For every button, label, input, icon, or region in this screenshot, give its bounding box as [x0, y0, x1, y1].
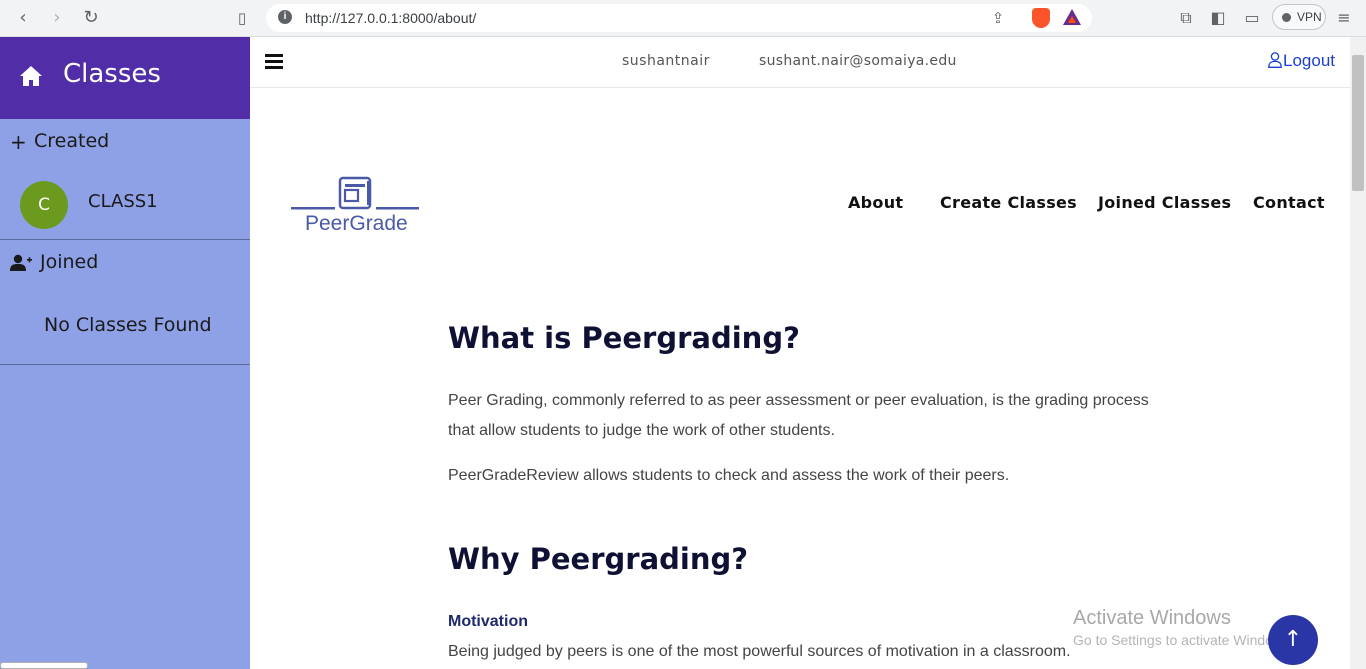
- site-info-icon[interactable]: i: [278, 10, 292, 24]
- topbar: sushantnair sushant.nair@somaiya.edu Log…: [250, 37, 1350, 88]
- sidebar-divider: [0, 239, 250, 240]
- sidebar: Classes + Created C CLASS1 Joined No Cla…: [0, 37, 250, 669]
- activate-windows-subtitle: Go to Settings to activate Windows.: [1073, 632, 1294, 648]
- page-scrollbar[interactable]: [1350, 37, 1366, 669]
- sidebar-icon[interactable]: ◧: [1207, 7, 1229, 29]
- back-to-top-button[interactable]: ↑: [1268, 615, 1318, 665]
- arrow-up-icon: ↑: [1283, 627, 1303, 652]
- sidebar-header[interactable]: Classes: [0, 37, 250, 119]
- brave-rewards-icon[interactable]: [1063, 9, 1081, 25]
- activate-windows-title: Activate Windows: [1073, 607, 1231, 629]
- wallet-icon[interactable]: ▭: [1241, 7, 1263, 29]
- logout-label: Logout: [1283, 51, 1335, 70]
- joined-section-label: Joined: [40, 251, 99, 273]
- vpn-label: VPN: [1297, 10, 1322, 24]
- paragraph-line: Peer Grading, commonly referred to as pe…: [448, 392, 1149, 409]
- scrollbar-thumb[interactable]: [1352, 55, 1364, 191]
- paragraph-line: that allow students to judge the work of…: [448, 422, 835, 439]
- back-icon[interactable]: ‹: [11, 6, 35, 30]
- subheading-motivation: Motivation: [448, 613, 528, 630]
- vpn-status-icon: [1282, 13, 1291, 22]
- nav-joined-classes[interactable]: Joined Classes: [1098, 193, 1231, 212]
- logout-link[interactable]: Logout: [1268, 51, 1335, 71]
- user-email: sushant.nair@somaiya.edu: [759, 53, 957, 69]
- address-bar[interactable]: i http://127.0.0.1:8000/about/ ⇪: [266, 4, 1092, 32]
- browser-toolbar: ‹ › ↻ ▯ i http://127.0.0.1:8000/about/ ⇪…: [0, 0, 1366, 37]
- nav-about[interactable]: About: [848, 193, 903, 212]
- share-icon[interactable]: ⇪: [988, 8, 1008, 28]
- reload-icon[interactable]: ↻: [79, 6, 103, 30]
- class-avatar[interactable]: C: [20, 181, 68, 229]
- horizontal-scrollbar[interactable]: [0, 662, 88, 669]
- logo-text: PeerGrade: [305, 212, 408, 235]
- hamburger-menu-icon[interactable]: [265, 54, 283, 69]
- brave-shields-icon[interactable]: [1032, 8, 1050, 28]
- heading-what-is: What is Peergrading?: [448, 321, 800, 355]
- bookmark-icon[interactable]: ▯: [230, 6, 254, 30]
- created-section-label: Created: [34, 130, 110, 152]
- plus-icon: +: [10, 130, 27, 154]
- paragraph: PeerGradeReview allows students to check…: [448, 467, 1010, 484]
- extensions-icon[interactable]: ⧉: [1175, 7, 1197, 29]
- nav-create-classes[interactable]: Create Classes: [940, 193, 1077, 212]
- user-icon: [1268, 52, 1282, 68]
- no-classes-message: No Classes Found: [44, 314, 212, 336]
- user-plus-icon: [10, 254, 32, 271]
- username: sushantnair: [622, 53, 710, 69]
- nav-contact[interactable]: Contact: [1253, 193, 1325, 212]
- class-item-name[interactable]: CLASS1: [88, 191, 158, 212]
- home-icon: [20, 66, 42, 86]
- url-text[interactable]: http://127.0.0.1:8000/about/: [305, 10, 476, 26]
- paragraph: Being judged by peers is one of the most…: [448, 643, 1071, 660]
- heading-why: Why Peergrading?: [448, 542, 749, 576]
- sidebar-title: Classes: [63, 59, 161, 89]
- menu-icon[interactable]: ≡: [1333, 7, 1355, 29]
- forward-icon[interactable]: ›: [45, 6, 69, 30]
- vpn-button[interactable]: VPN: [1272, 4, 1326, 30]
- sidebar-divider: [0, 364, 250, 365]
